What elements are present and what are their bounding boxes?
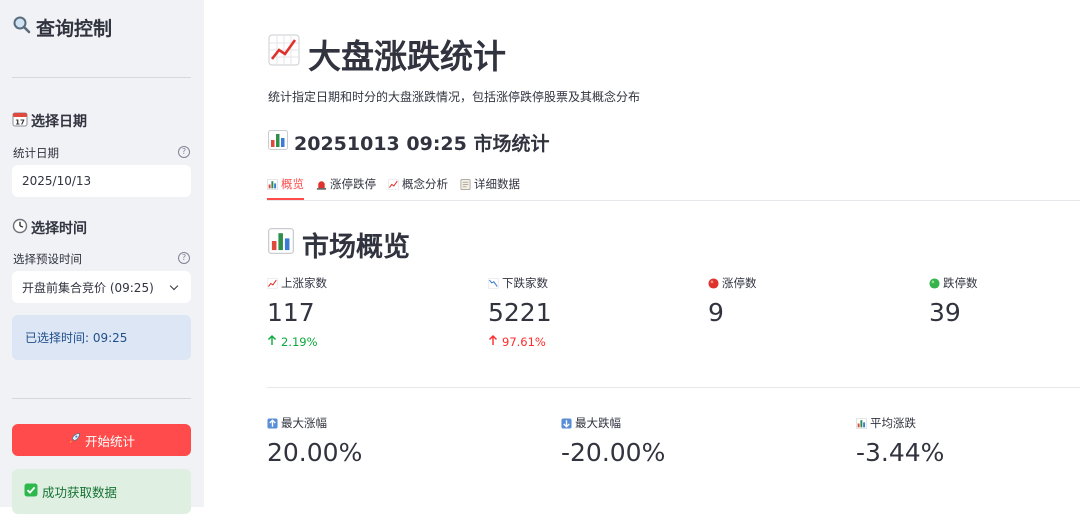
siren-icon: [316, 179, 327, 190]
help-icon[interactable]: ?: [178, 252, 190, 264]
arrow-up-icon: [267, 335, 277, 349]
check-mark-icon: [24, 483, 38, 500]
chevron-down-icon: [169, 281, 179, 290]
bar-chart-icon: [856, 417, 867, 429]
page-title: 大盘涨跌统计: [268, 30, 506, 78]
metric-value: 39: [929, 298, 961, 327]
bar-chart-icon: [268, 228, 294, 261]
metric-label: 跌停数: [943, 276, 978, 290]
bar-chart-icon: [268, 130, 288, 155]
metric-max-gain: 最大涨幅 20.00%: [267, 415, 362, 469]
tab-bar: 概览 涨停跌停 概念分析 详细数据: [267, 174, 520, 194]
sidebar-divider: [12, 77, 191, 78]
sidebar-title: 查询控制: [12, 14, 112, 41]
selected-time-info: 已选择时间: 09:25: [12, 315, 191, 360]
tab-divider: [267, 200, 1080, 201]
up-arrow-icon: [267, 417, 278, 429]
metric-label: 平均涨跌: [870, 416, 916, 430]
date-input[interactable]: 2025/10/13: [12, 165, 191, 197]
metric-value: 117: [267, 298, 315, 327]
overview-heading: 市场概览: [268, 225, 410, 264]
metric-delta: 97.61%: [488, 335, 552, 349]
bar-chart-icon: [267, 178, 278, 190]
arrow-up-icon: [488, 335, 498, 349]
metric-label: 最大跌幅: [575, 416, 621, 430]
date-section-heading: 17 选择日期: [12, 111, 87, 131]
chart-down-icon: [488, 277, 499, 289]
metric-limit-down-count: 跌停数 39: [929, 275, 978, 329]
red-circle-icon: [708, 277, 719, 289]
date-label: 统计日期: [13, 146, 59, 160]
sidebar-divider: [12, 398, 191, 399]
metric-value: -20.00%: [561, 438, 666, 467]
magnifier-icon: [12, 15, 32, 40]
metric-falling-count: 下跌家数 5221 97.61%: [488, 275, 552, 349]
chart-up-icon: [388, 178, 399, 190]
page-subtitle: 统计指定日期和时分的大盘涨跌情况，包括涨停跌停股票及其概念分布: [268, 90, 641, 104]
metric-rising-count: 上涨家数 117 2.19%: [267, 275, 327, 349]
tab-limit-up-down[interactable]: 涨停跌停: [316, 174, 376, 194]
preset-label: 选择预设时间: [13, 252, 82, 266]
calendar-icon: 17: [12, 111, 28, 131]
time-section-heading: 选择时间: [12, 218, 87, 238]
metric-average-change: 平均涨跌 -3.44%: [856, 415, 944, 469]
tab-detailed-data[interactable]: 详细数据: [460, 174, 520, 194]
svg-text:17: 17: [15, 119, 25, 127]
clock-icon: [12, 218, 28, 238]
metric-value: 20.00%: [267, 438, 363, 467]
metric-value: 9: [708, 298, 724, 327]
metric-label: 上涨家数: [281, 276, 327, 290]
rocket-icon: [68, 432, 81, 448]
stats-heading: 20251013 09:25 市场统计: [268, 129, 549, 156]
success-message: 成功获取数据: [12, 469, 191, 514]
preset-select[interactable]: 开盘前集合竞价 (09:25): [12, 271, 191, 303]
chart-up-icon: [268, 34, 300, 74]
down-arrow-icon: [561, 417, 572, 429]
metric-value: 5221: [488, 298, 552, 327]
metric-delta: 2.19%: [267, 335, 327, 349]
document-icon: [460, 178, 471, 190]
start-button[interactable]: 开始统计: [12, 424, 191, 456]
active-tab-indicator: [267, 198, 304, 200]
help-icon[interactable]: ?: [178, 146, 190, 158]
green-circle-icon: [929, 277, 940, 289]
chart-up-icon: [267, 277, 278, 289]
tab-concept-analysis[interactable]: 概念分析: [388, 174, 448, 194]
metric-value: -3.44%: [856, 438, 945, 467]
metric-label: 涨停数: [722, 276, 757, 290]
section-divider: [267, 387, 1080, 388]
metric-max-loss: 最大跌幅 -20.00%: [561, 415, 665, 469]
sidebar: 查询控制 17 选择日期 统计日期 ? 2025/10/13 选择时间 选择预设…: [0, 0, 204, 514]
tab-overview[interactable]: 概览: [267, 174, 304, 194]
metric-limit-up-count: 涨停数 9: [708, 275, 757, 329]
metric-label: 下跌家数: [502, 276, 548, 290]
metric-label: 最大涨幅: [281, 416, 327, 430]
